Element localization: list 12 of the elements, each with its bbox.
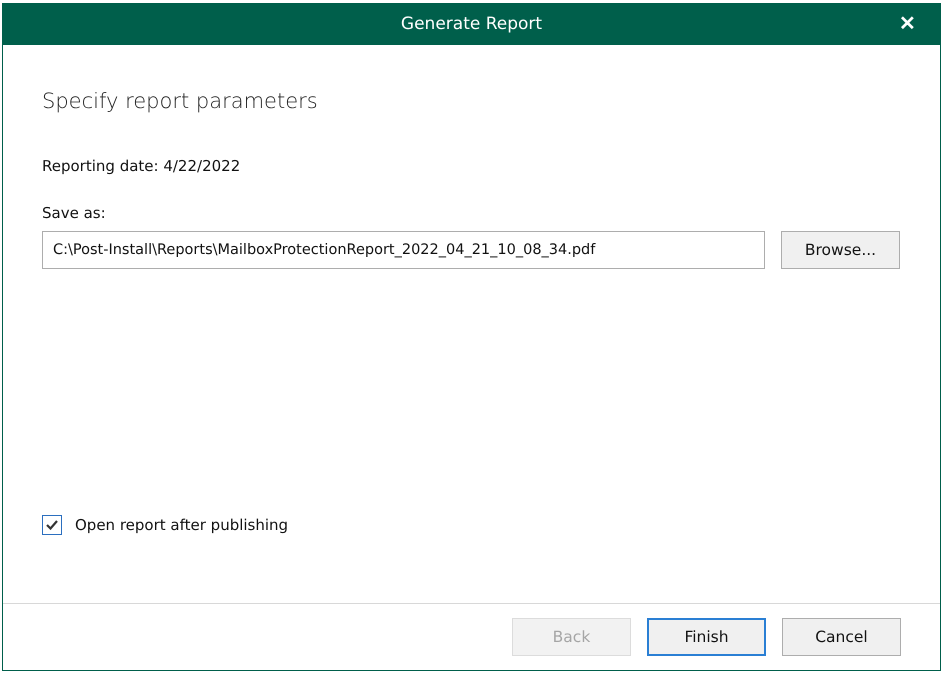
save-path-field[interactable]: C:\Post-Install\Reports\MailboxProtectionReport_2022_04_21_10_08_34.pdf xyxy=(42,231,765,269)
window-title: Generate Report xyxy=(400,14,542,34)
close-button[interactable]: ✕ xyxy=(893,9,922,38)
reporting-date-text: Reporting date: 4/22/2022 xyxy=(42,157,242,175)
browse-button[interactable]: Browse... xyxy=(781,231,900,269)
checkbox-label: Open report after publishing xyxy=(75,516,288,534)
checkmark-icon xyxy=(45,519,59,531)
page-heading: Specify report parameters xyxy=(42,89,319,113)
wizard-button[interactable]: Cancel xyxy=(782,618,901,656)
open-report-checkbox[interactable] xyxy=(42,515,62,535)
save-as-label: Save as: xyxy=(42,204,107,222)
wizard-button[interactable]: Finish xyxy=(647,618,766,656)
